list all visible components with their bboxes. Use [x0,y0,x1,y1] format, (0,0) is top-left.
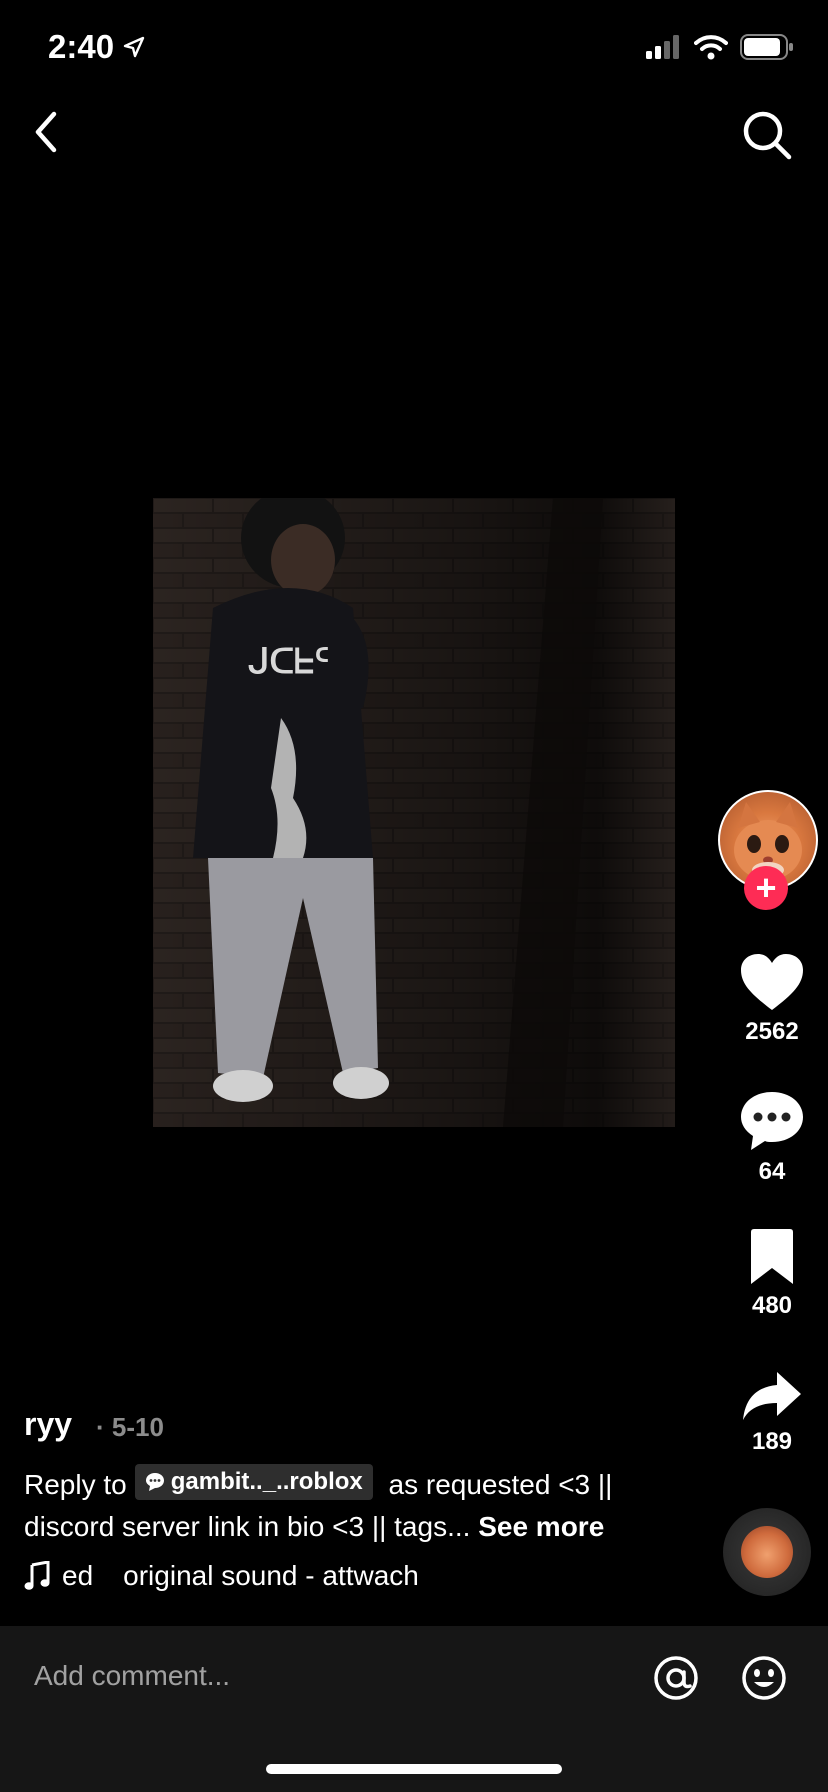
video-thumbnail: ᒍᑕᖶᑦ [153,498,675,1127]
back-button[interactable] [22,104,72,160]
status-time-text: 2:40 [48,28,115,65]
comment-bubble-icon [741,1092,803,1150]
search-button[interactable] [740,108,794,162]
chevron-left-icon [35,111,57,153]
reply-prefix: Reply to [24,1469,127,1500]
home-indicator[interactable] [266,1764,562,1774]
like-count: 2562 [745,1018,799,1045]
battery-icon [740,34,793,60]
status-time: 2:40 [48,28,146,66]
sound-text-left: ed [62,1560,94,1591]
see-more-link[interactable]: See more [478,1511,604,1542]
like-button[interactable]: 2562 [716,952,828,1046]
comment-button[interactable]: 64 [716,1090,828,1186]
post-date: · 5-10 [96,1412,164,1442]
comment-count: 64 [758,1158,786,1185]
location-arrow-icon [123,36,145,58]
reply-mention-user: gambit.._..roblox [170,1468,363,1495]
music-note-icon [24,1561,50,1590]
heart-icon [741,954,803,1010]
share-count: 189 [751,1428,793,1455]
at-sign-icon [654,1656,698,1700]
follow-button[interactable]: + [744,866,788,910]
mention-button[interactable] [652,1654,700,1702]
add-comment-input[interactable]: Add comment... [34,1660,230,1692]
post-username[interactable]: ryy [24,1406,72,1443]
video-player[interactable]: ᒍᑕᖶᑦ [153,498,675,1127]
music-disc[interactable] [723,1508,811,1596]
save-count: 480 [751,1292,793,1319]
emoji-button[interactable] [740,1654,788,1702]
music-disc-avatar [741,1526,793,1578]
wifi-icon [694,35,728,60]
share-arrow-icon [743,1372,801,1420]
comment-small-icon [145,1473,164,1491]
svg-text:ᒍᑕᖶᑦ: ᒍᑕᖶᑦ [248,642,329,682]
sound-title: original sound - attwach [123,1560,419,1591]
search-icon [743,111,792,160]
cellular-signal-icon [646,35,679,59]
status-icons [646,34,794,60]
caption-line-1: as requested <3 || [388,1469,613,1500]
smiley-icon [742,1656,786,1700]
caption-line-2: discord server link in bio <3 || tags... [24,1511,471,1542]
save-button[interactable]: 480 [716,1228,828,1320]
post-caption: Reply to gambit.._..roblox as requested <… [24,1464,644,1548]
reply-mention-chip[interactable]: gambit.._..roblox [134,1464,373,1500]
plus-icon: + [755,867,777,908]
bookmark-icon [751,1229,793,1284]
share-button[interactable]: 189 [716,1370,828,1456]
sound-row[interactable]: ed original sound - attwach [24,1560,434,1592]
